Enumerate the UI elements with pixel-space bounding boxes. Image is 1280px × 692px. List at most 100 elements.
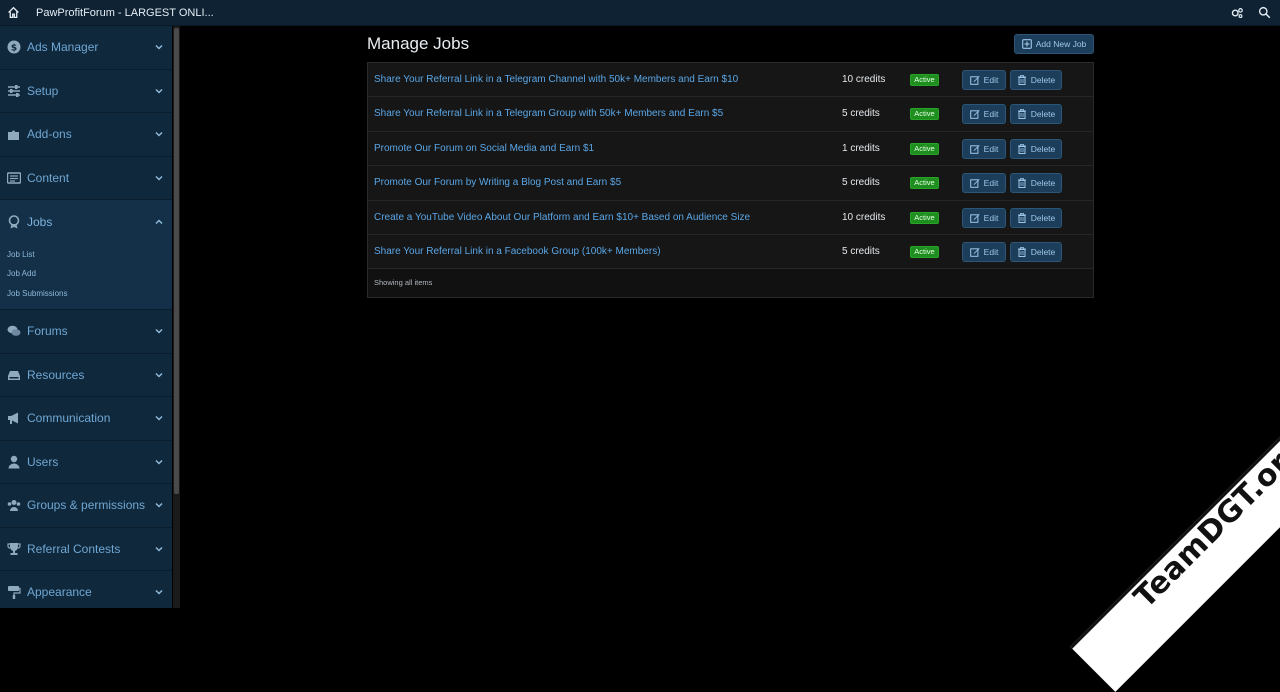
sidebar-item-label: Resources	[27, 367, 85, 382]
sidebar-item-communication[interactable]: Communication	[0, 397, 172, 441]
job-credits: 5 credits	[842, 177, 880, 189]
delete-button[interactable]: Delete	[1010, 70, 1062, 90]
comments-icon	[7, 324, 21, 338]
delete-label: Delete	[1030, 109, 1056, 120]
page-title: Manage Jobs	[367, 34, 470, 53]
sidebar-item-resources[interactable]: Resources	[0, 354, 172, 397]
admin-sidebar: $ Ads Manager Setup Add-ons Content Jobs…	[0, 26, 172, 608]
trophy-icon	[7, 542, 21, 556]
sidebar-item-label: Setup	[27, 83, 59, 98]
delete-button[interactable]: Delete	[1010, 104, 1062, 125]
delete-button[interactable]: Delete	[1010, 173, 1062, 194]
edit-label: Edit	[983, 143, 999, 154]
chevron-down-icon	[154, 413, 164, 423]
edit-icon	[969, 213, 980, 223]
search-icon[interactable]	[1258, 6, 1272, 20]
job-credits: 10 credits	[842, 74, 886, 85]
delete-button[interactable]: Delete	[1010, 207, 1062, 228]
badge-icon	[7, 214, 21, 229]
dollar-icon: $	[7, 40, 21, 54]
sidebar-item-content[interactable]: Content	[0, 157, 172, 200]
sidebar-scrollbar-thumb[interactable]	[174, 28, 179, 494]
sidebar-subitem-job-list[interactable]: Job List	[0, 245, 172, 265]
jobs-table: Share Your Referral Link in a Telegram C…	[367, 62, 1094, 298]
home-icon[interactable]	[7, 6, 20, 19]
edit-label: Edit	[983, 178, 999, 189]
delete-label: Delete	[1030, 75, 1056, 85]
edit-button[interactable]: Edit	[962, 138, 1006, 159]
sidebar-item-label: Add-ons	[27, 127, 72, 142]
job-title-link[interactable]: Promote Our Forum on Social Media and Ea…	[374, 132, 594, 166]
trash-icon	[1017, 212, 1027, 223]
edit-button[interactable]: Edit	[962, 241, 1006, 262]
chevron-down-icon	[154, 370, 164, 380]
sidebar-item-appearance[interactable]: Appearance	[0, 571, 172, 608]
jobs-submenu: Job List Job Add Job Submissions	[0, 243, 172, 310]
plus-square-icon	[1021, 39, 1032, 49]
edit-button[interactable]: Edit	[962, 173, 1006, 194]
chevron-down-icon	[154, 173, 164, 183]
add-new-job-button[interactable]: Add New Job	[1014, 34, 1094, 54]
edit-icon	[969, 178, 980, 188]
delete-button[interactable]: Delete	[1010, 138, 1062, 159]
job-title-link[interactable]: Share Your Referral Link in a Facebook G…	[374, 235, 661, 269]
paint-icon	[7, 585, 21, 600]
status-badge: Active	[910, 245, 939, 258]
edit-icon	[969, 109, 980, 120]
settings-icon[interactable]	[1230, 6, 1244, 20]
sidebar-item-groups-permissions[interactable]: Groups & permissions	[0, 484, 172, 528]
job-title-link[interactable]: Share Your Referral Link in a Telegram G…	[374, 97, 723, 131]
trash-icon	[1017, 178, 1027, 189]
hdd-icon	[7, 368, 21, 382]
svg-text:$: $	[11, 44, 17, 54]
sidebar-item-setup[interactable]: Setup	[0, 70, 172, 113]
job-credits: 10 credits	[842, 211, 886, 223]
sidebar-item-label: Ads Manager	[27, 40, 99, 55]
table-row: Share Your Referral Link in a Facebook G…	[368, 234, 1093, 270]
site-title[interactable]: PawProfitForum - LARGEST ONLI...	[36, 7, 214, 19]
sidebar-item-users[interactable]: Users	[0, 441, 172, 484]
job-credits: 1 credits	[842, 142, 880, 154]
sidebar-item-referral-contests[interactable]: Referral Contests	[0, 528, 172, 571]
table-row: Promote Our Forum by Writing a Blog Post…	[368, 166, 1093, 201]
chevron-down-icon	[154, 500, 164, 510]
job-title-link[interactable]: Share Your Referral Link in a Telegram C…	[374, 63, 738, 97]
edit-label: Edit	[983, 246, 999, 257]
add-new-job-label: Add New Job	[1035, 39, 1087, 49]
job-title-link[interactable]: Create a YouTube Video About Our Platfor…	[374, 201, 750, 235]
top-bar: PawProfitForum - LARGEST ONLI...	[0, 0, 1280, 26]
job-credits: 5 credits	[842, 245, 880, 257]
sidebar-item-add-ons[interactable]: Add-ons	[0, 113, 172, 157]
sidebar-subitem-job-submissions[interactable]: Job Submissions	[0, 284, 172, 304]
edit-icon	[969, 75, 980, 85]
sidebar-item-forums[interactable]: Forums	[0, 310, 172, 354]
sidebar-item-label: Users	[27, 454, 59, 469]
status-badge: Active	[910, 211, 939, 224]
sidebar-item-ads-manager[interactable]: $ Ads Manager	[0, 26, 172, 70]
status-badge: Active	[910, 177, 939, 190]
user-icon	[7, 455, 21, 469]
edit-button[interactable]: Edit	[962, 207, 1006, 228]
edit-button[interactable]: Edit	[962, 104, 1006, 125]
chevron-up-icon	[154, 217, 164, 227]
chevron-down-icon	[154, 129, 164, 139]
table-row: Share Your Referral Link in a Telegram G…	[368, 97, 1093, 132]
sidebar-item-jobs[interactable]: Jobs	[0, 200, 172, 244]
edit-icon	[969, 144, 980, 154]
sidebar-item-label: Appearance	[27, 585, 92, 600]
delete-button[interactable]: Delete	[1010, 241, 1062, 262]
users-icon	[7, 498, 21, 512]
edit-button[interactable]: Edit	[962, 70, 1006, 90]
delete-label: Delete	[1030, 246, 1056, 257]
chevron-down-icon	[154, 326, 164, 336]
edit-label: Edit	[983, 109, 999, 120]
job-title-link[interactable]: Promote Our Forum by Writing a Blog Post…	[374, 166, 621, 200]
sidebar-item-label: Groups & permissions	[27, 498, 146, 513]
sidebar-subitem-job-add[interactable]: Job Add	[0, 264, 172, 284]
sliders-icon	[7, 84, 21, 98]
sidebar-item-label: Communication	[27, 411, 111, 426]
table-row: Create a YouTube Video About Our Platfor…	[368, 200, 1093, 235]
edit-icon	[969, 247, 980, 257]
edit-label: Edit	[983, 212, 999, 223]
chevron-down-icon	[154, 457, 164, 467]
